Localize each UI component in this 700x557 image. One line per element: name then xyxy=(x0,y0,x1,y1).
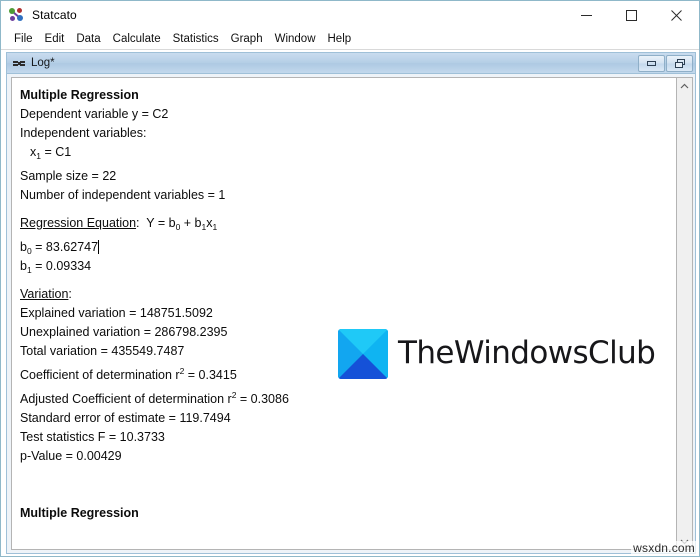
application-window: Statcato File Edit Data Calculate Statis… xyxy=(0,0,700,557)
regression-equation-body: : Y = b xyxy=(136,216,176,230)
log-total-variation: Total variation = 435549.7487 xyxy=(20,344,185,358)
log-standard-error: Standard error of estimate = 119.7494 xyxy=(20,411,231,425)
b0-symbol: b xyxy=(20,240,27,254)
log-variation-heading: Variation: xyxy=(20,285,670,304)
x-assignment: = C1 xyxy=(40,145,72,159)
window-title: Statcato xyxy=(32,8,77,22)
title-bar: Statcato xyxy=(1,1,699,30)
log-window-title-bar[interactable]: Log* xyxy=(7,53,695,74)
close-button[interactable] xyxy=(654,1,699,29)
adj-coeff-det-label: Adjusted Coefficient of determination r xyxy=(20,392,232,406)
menu-item-help[interactable]: Help xyxy=(322,32,358,47)
coeff-det-value: = 0.3415 xyxy=(184,368,237,382)
adj-coeff-det-value: = 0.3086 xyxy=(236,392,289,406)
site-watermark: wsxdn.com xyxy=(631,541,697,555)
log-adjusted-coefficient-of-determination: Adjusted Coefficient of determination r2… xyxy=(20,390,670,409)
log-sample-size: Sample size = 22 xyxy=(20,169,117,183)
menu-item-data[interactable]: Data xyxy=(70,32,106,47)
log-window-title: Log* xyxy=(31,57,55,69)
b0-value-subscript: 0 xyxy=(26,246,32,256)
close-icon xyxy=(671,9,682,21)
chevron-up-icon xyxy=(680,83,689,88)
log-unexplained-variation: Unexplained variation = 286798.2395 xyxy=(20,325,228,339)
log-restore-button[interactable] xyxy=(666,54,693,72)
coeff-det-exponent: 2 xyxy=(179,366,185,376)
log-test-statistic-f: Test statistics F = 10.3733 xyxy=(20,430,165,444)
menu-item-statistics[interactable]: Statistics xyxy=(167,32,225,47)
text-cursor xyxy=(98,240,100,254)
menu-item-graph[interactable]: Graph xyxy=(225,32,269,47)
log-minimize-button[interactable] xyxy=(638,54,665,72)
coeff-det-label: Coefficient of determination r xyxy=(20,368,180,382)
b1-value-subscript: 1 xyxy=(26,265,32,275)
log-vertical-scrollbar[interactable] xyxy=(676,77,693,550)
maximize-icon xyxy=(626,9,637,21)
log-p-value: p-Value = 0.00429 xyxy=(20,449,122,463)
log-text-pane[interactable]: Multiple Regression Dependent variable y… xyxy=(11,77,676,550)
adj-coeff-det-exponent: 2 xyxy=(231,390,237,400)
b1-subscript: 1 xyxy=(201,222,207,232)
b0-subscript: 0 xyxy=(175,222,181,232)
scrollbar-track[interactable] xyxy=(677,94,692,533)
log-b1-value: b1 = 0.09334 xyxy=(20,257,670,276)
minimize-button[interactable] xyxy=(564,1,609,29)
variation-label: Variation xyxy=(20,287,69,301)
statcato-molecule-icon xyxy=(9,7,25,23)
log-footer-heading: Multiple Regression xyxy=(20,506,139,520)
equation-plus: + b xyxy=(180,216,202,230)
log-dependent-variable: Dependent variable y = C2 xyxy=(20,107,169,121)
maximize-button[interactable] xyxy=(609,1,654,29)
menu-bar: File Edit Data Calculate Statistics Grap… xyxy=(1,30,699,50)
x1-subscript: 1 xyxy=(212,222,218,232)
restore-icon xyxy=(674,58,685,68)
window-controls xyxy=(564,1,699,29)
minimize-icon xyxy=(647,60,656,66)
menu-item-edit[interactable]: Edit xyxy=(39,32,71,47)
log-window-body: Multiple Regression Dependent variable y… xyxy=(7,74,695,553)
x-subscript: 1 xyxy=(36,151,41,161)
menu-item-file[interactable]: File xyxy=(8,32,39,47)
variation-colon: : xyxy=(68,287,72,301)
log-text-content[interactable]: Multiple Regression Dependent variable y… xyxy=(12,78,676,549)
regression-equation-label: Regression Equation xyxy=(20,216,137,230)
log-window-buttons xyxy=(638,54,693,72)
scrollbar-up-button[interactable] xyxy=(677,78,692,94)
b1-symbol: b xyxy=(20,259,27,273)
log-num-independent-variables: Number of independent variables = 1 xyxy=(20,188,226,202)
b0-number: = 83.62747 xyxy=(31,240,99,254)
log-child-window: Log* Multiple Regression Dependent varia… xyxy=(6,52,696,554)
b1-number: = 0.09334 xyxy=(31,259,92,273)
minimize-icon xyxy=(581,14,592,16)
menu-item-calculate[interactable]: Calculate xyxy=(107,32,167,47)
log-coefficient-of-determination: Coefficient of determination r2 = 0.3415 xyxy=(20,366,670,385)
menu-item-window[interactable]: Window xyxy=(269,32,322,47)
log-b0-value: b0 = 83.62747 xyxy=(20,238,670,257)
log-regression-equation: Regression Equation: Y = b0 + b1x1 xyxy=(20,214,670,233)
mdi-desktop: Log* Multiple Regression Dependent varia… xyxy=(1,50,699,556)
log-heading: Multiple Regression xyxy=(20,88,139,102)
log-independent-variables-label: Independent variables: xyxy=(20,126,147,140)
log-document-icon xyxy=(13,58,26,69)
title-bar-left: Statcato xyxy=(1,7,77,23)
log-independent-variable-1: x1 = C1 xyxy=(20,143,670,162)
log-explained-variation: Explained variation = 148751.5092 xyxy=(20,306,213,320)
